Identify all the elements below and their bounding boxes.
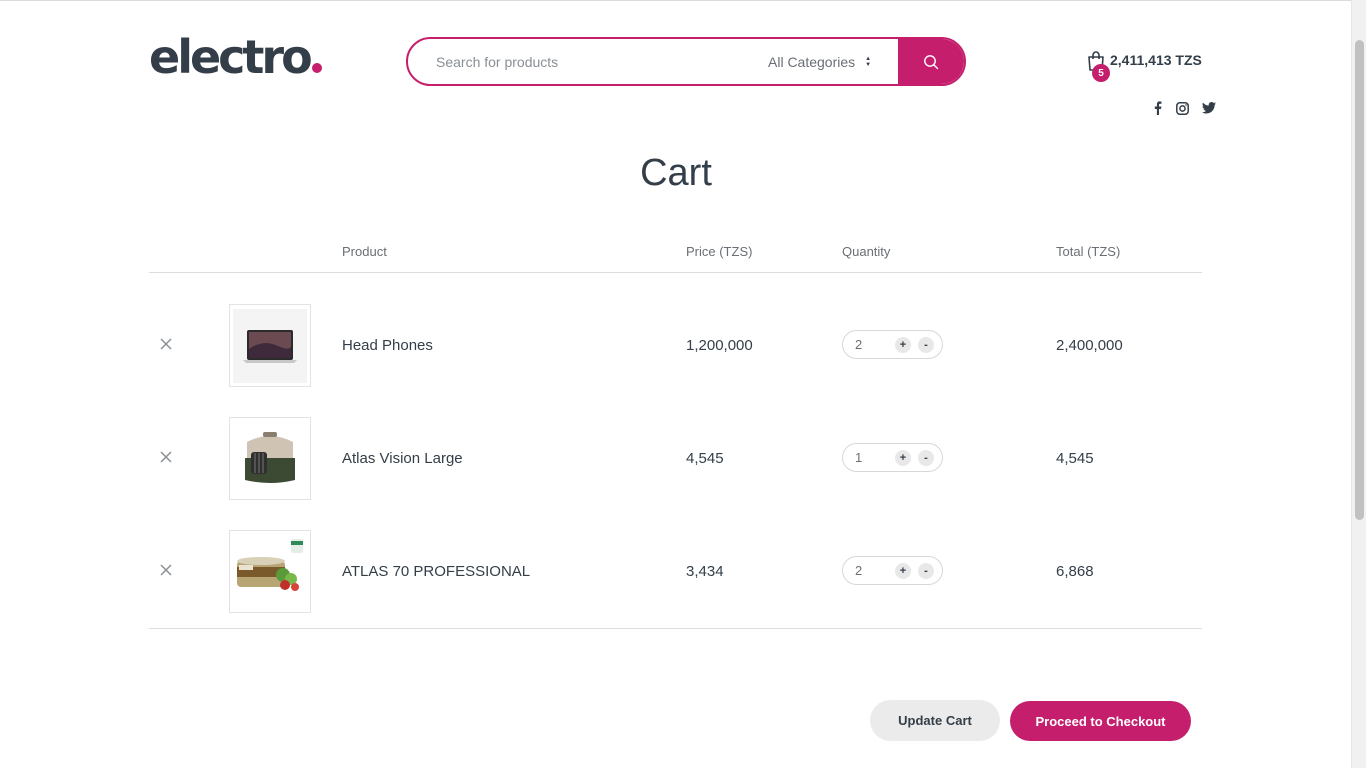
twitter-icon[interactable] <box>1202 101 1216 115</box>
pet-food-can-image <box>233 534 307 609</box>
quantity-minus-button[interactable]: - <box>918 337 934 353</box>
product-price: 1,200,000 <box>686 337 753 354</box>
row-total: 6,868 <box>1056 563 1094 580</box>
product-price: 3,434 <box>686 563 724 580</box>
quantity-minus-button[interactable]: - <box>918 450 934 466</box>
product-name-link[interactable]: Atlas Vision Large <box>342 450 463 467</box>
logo-dot <box>311 63 322 73</box>
cart-row: Head Phones 1,200,000 2 + - 2,400,000 <box>149 299 1202 412</box>
cart-table-header: Product Price (TZS) Quantity Total (TZS) <box>149 236 1202 273</box>
cart-count-badge: 5 <box>1092 64 1110 82</box>
pet-carrier-image <box>233 421 307 496</box>
remove-item-icon[interactable] <box>159 450 173 464</box>
quantity-stepper[interactable]: 2 + - <box>842 330 943 359</box>
proceed-to-checkout-button[interactable]: Proceed to Checkout <box>1010 701 1191 741</box>
top-border <box>0 0 1366 1</box>
page-scrollbar[interactable] <box>1351 0 1366 768</box>
product-name-link[interactable]: ATLAS 70 PROFESSIONAL <box>342 563 530 580</box>
update-cart-button[interactable]: Update Cart <box>870 700 1000 741</box>
search-icon <box>924 54 939 69</box>
remove-item-icon[interactable] <box>159 337 173 351</box>
cart-total-amount[interactable]: 2,411,413 TZS <box>1110 52 1202 68</box>
scrollbar-thumb[interactable] <box>1355 40 1364 520</box>
cart-row: ATLAS 70 PROFESSIONAL 3,434 2 + - 6,868 <box>149 525 1202 638</box>
row-total: 4,545 <box>1056 450 1094 467</box>
laptop-image <box>233 308 307 383</box>
header-price: Price (TZS) <box>686 244 753 259</box>
product-name-link[interactable]: Head Phones <box>342 337 433 354</box>
quantity-stepper[interactable]: 2 + - <box>842 556 943 585</box>
header-product: Product <box>342 244 387 259</box>
search-button[interactable] <box>898 39 964 84</box>
row-total: 2,400,000 <box>1056 337 1123 354</box>
quantity-value[interactable]: 2 <box>855 563 862 578</box>
product-thumbnail[interactable] <box>229 304 311 387</box>
product-price: 4,545 <box>686 450 724 467</box>
quantity-value[interactable]: 1 <box>855 450 862 465</box>
category-select[interactable]: All Categories ▲ ▼ <box>758 39 898 84</box>
cart-row: Atlas Vision Large 4,545 1 + - 4,545 <box>149 412 1202 525</box>
quantity-plus-button[interactable]: + <box>895 563 911 579</box>
site-logo[interactable]: electro <box>149 32 322 82</box>
search-bar: All Categories ▲▼ <box>406 37 966 86</box>
table-divider <box>149 628 1202 629</box>
product-thumbnail[interactable] <box>229 417 311 500</box>
quantity-plus-button[interactable]: + <box>895 450 911 466</box>
product-thumbnail[interactable] <box>229 530 311 613</box>
quantity-value[interactable]: 2 <box>855 337 862 352</box>
quantity-stepper[interactable]: 1 + - <box>842 443 943 472</box>
quantity-minus-button[interactable]: - <box>918 563 934 579</box>
facebook-icon[interactable] <box>1151 101 1165 115</box>
search-input[interactable] <box>408 39 758 84</box>
select-arrows-icon: ▲ ▼ <box>865 55 872 68</box>
remove-item-icon[interactable] <box>159 563 173 577</box>
instagram-icon[interactable] <box>1175 101 1189 115</box>
page-title: Cart <box>640 152 712 194</box>
header-total: Total (TZS) <box>1056 244 1121 259</box>
quantity-plus-button[interactable]: + <box>895 337 911 353</box>
header-quantity: Quantity <box>842 244 891 259</box>
category-select-value: All Categories <box>768 53 856 70</box>
